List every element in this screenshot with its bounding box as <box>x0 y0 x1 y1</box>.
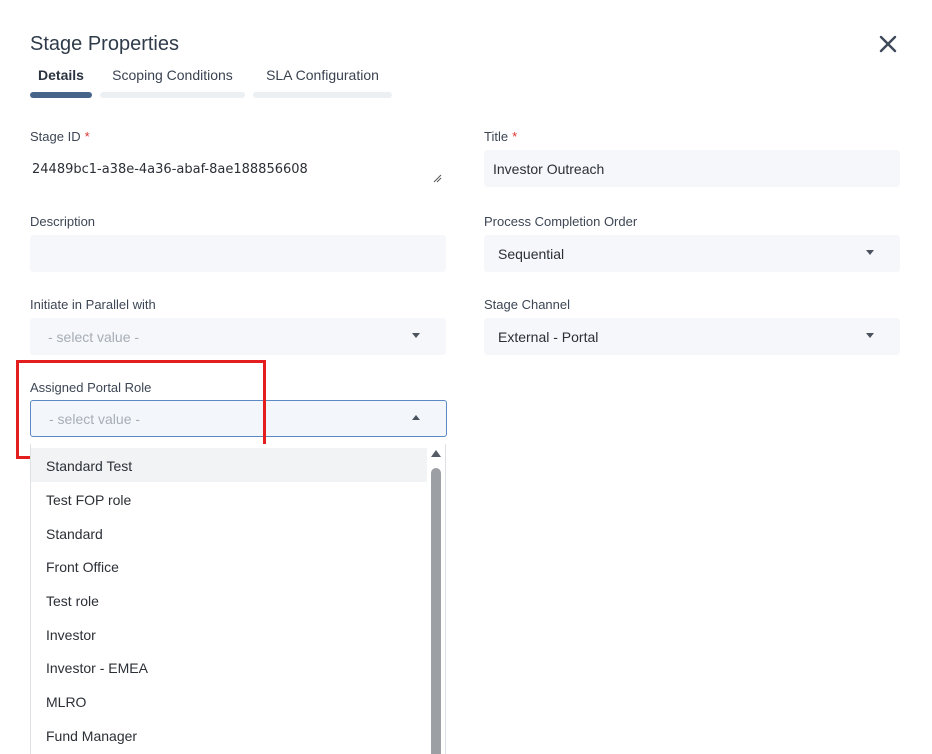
close-icon[interactable] <box>876 32 900 56</box>
description-label: Description <box>30 214 96 229</box>
list-item[interactable]: Test FOP role <box>31 482 427 516</box>
option-label: Standard Test <box>46 458 133 474</box>
tab-sla-configuration[interactable]: SLA Configuration <box>253 64 392 98</box>
initiate-in-parallel-select[interactable]: - select value - <box>30 318 446 355</box>
list-item[interactable]: Test role <box>31 584 427 618</box>
stage-channel-label: Stage Channel <box>484 297 571 312</box>
list-item[interactable]: Standard Test <box>31 448 427 482</box>
list-item[interactable]: Standard <box>31 516 427 550</box>
title-value: Investor Outreach <box>493 161 605 177</box>
tab-scoping-conditions[interactable]: Scoping Conditions <box>100 64 245 98</box>
list-item[interactable]: Front Office <box>31 550 427 584</box>
tab-label: Details <box>38 67 84 83</box>
description-input[interactable] <box>30 235 446 272</box>
tab-indicator <box>100 92 245 98</box>
title-label: Title * <box>484 129 517 144</box>
stage-id-label-text: Stage ID <box>30 129 81 144</box>
resize-handle-icon[interactable] <box>432 173 442 183</box>
title-label-text: Title <box>484 129 509 144</box>
scroll-up-arrow-icon[interactable] <box>431 450 441 457</box>
caret-up-icon <box>412 415 420 420</box>
option-label: MLRO <box>46 694 87 710</box>
dialog-title: Stage Properties <box>30 33 179 55</box>
caret-down-icon <box>866 333 874 338</box>
tab-indicator <box>30 92 92 98</box>
option-label: Investor - EMEA <box>46 660 148 676</box>
caret-down-icon <box>866 250 874 255</box>
stage-id-value: 24489bc1-a38e-4a36-abaf-8ae188856608 <box>32 162 308 177</box>
tab-label: SLA Configuration <box>266 67 379 83</box>
caret-down-icon <box>412 333 420 338</box>
list-item[interactable]: Investor - EMEA <box>31 652 427 686</box>
option-label: Test FOP role <box>46 492 132 508</box>
tab-details[interactable]: Details <box>30 64 92 98</box>
stage-id-label: Stage ID * <box>30 129 90 144</box>
tab-bar: Details Scoping Conditions SLA Configura… <box>30 64 430 98</box>
option-label: Standard <box>46 526 103 542</box>
scrollbar-thumb[interactable] <box>431 468 441 754</box>
process-completion-order-value: Sequential <box>498 246 565 262</box>
tab-indicator <box>253 92 392 98</box>
list-item[interactable]: Investor <box>31 618 427 652</box>
stage-channel-select[interactable]: External - Portal <box>484 318 900 355</box>
required-mark: * <box>512 129 518 144</box>
process-completion-order-select[interactable]: Sequential <box>484 235 900 272</box>
title-input[interactable]: Investor Outreach <box>484 150 900 187</box>
list-item[interactable]: Fund Manager <box>31 720 427 754</box>
initiate-in-parallel-label: Initiate in Parallel with <box>30 297 156 312</box>
portal-role-dropdown-list[interactable]: Standard Test Test FOP role Standard Fro… <box>30 444 446 754</box>
process-completion-order-label: Process Completion Order <box>484 214 638 229</box>
option-label: Test role <box>46 593 99 609</box>
stage-id-field[interactable]: 24489bc1-a38e-4a36-abaf-8ae188856608 <box>30 150 446 187</box>
option-label: Fund Manager <box>46 728 138 744</box>
stage-channel-value: External - Portal <box>498 329 599 345</box>
initiate-in-parallel-placeholder: - select value - <box>48 329 140 345</box>
list-item[interactable]: MLRO <box>31 686 427 720</box>
option-label: Investor <box>46 627 96 643</box>
option-label: Front Office <box>46 559 119 575</box>
required-mark: * <box>84 129 90 144</box>
tab-label: Scoping Conditions <box>112 67 233 83</box>
